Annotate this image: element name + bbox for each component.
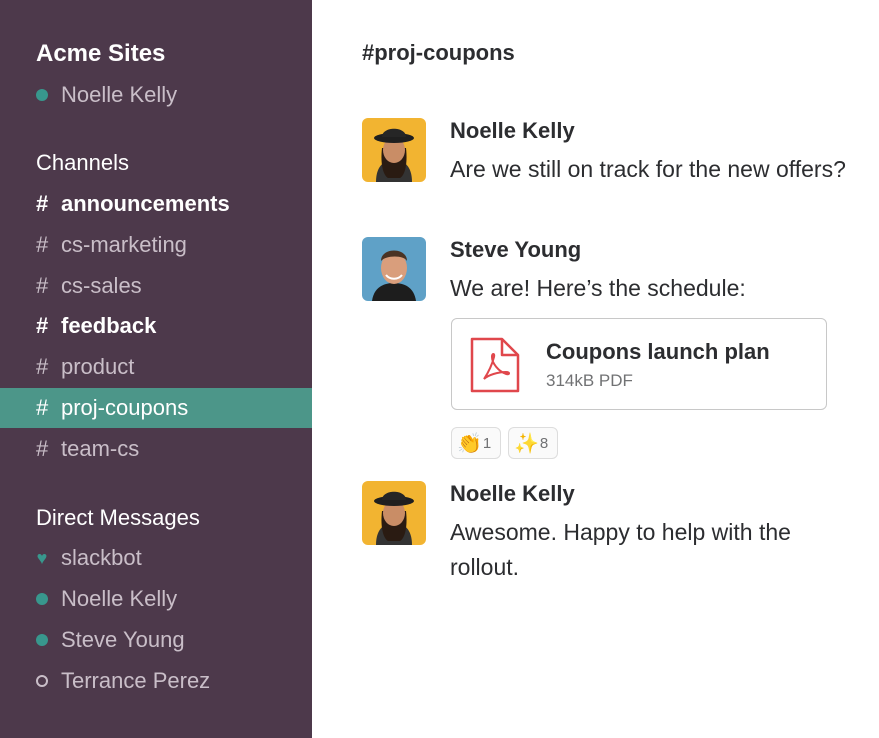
message-text: Awesome. Happy to help with the rollout.: [450, 519, 791, 580]
channel-proj-coupons[interactable]: # proj-coupons: [0, 388, 312, 428]
dm-slackbot[interactable]: ♥ slackbot: [36, 538, 142, 578]
direct-messages-heading[interactable]: Direct Messages: [36, 505, 200, 531]
hash-icon: #: [36, 436, 49, 461]
dm-noelle-kelly[interactable]: Noelle Kelly: [36, 579, 177, 619]
current-user-name: Noelle Kelly: [61, 82, 178, 107]
file-meta: 314kB PDF: [546, 371, 633, 390]
workspace-name[interactable]: Acme Sites: [36, 40, 165, 68]
file-name[interactable]: Coupons launch plan: [546, 339, 770, 365]
hash-icon: #: [36, 232, 49, 257]
sidebar: Acme Sites Noelle Kelly Channels # announ…: [0, 0, 312, 738]
hash-icon: #: [36, 313, 49, 338]
avatar-noelle-kelly[interactable]: [362, 118, 426, 182]
message-author[interactable]: Noelle Kelly: [450, 481, 575, 507]
away-status-icon: [36, 675, 48, 687]
channel-label: cs-sales: [61, 273, 142, 298]
channel-label: feedback: [61, 313, 157, 338]
message-author[interactable]: Steve Young: [450, 237, 581, 263]
message-author[interactable]: Noelle Kelly: [450, 118, 575, 144]
channel-announcements[interactable]: # announcements: [0, 184, 312, 224]
online-status-icon: [36, 89, 48, 101]
reaction-count: 8: [539, 434, 549, 452]
message-item: Noelle Kelly Are we still on track for t…: [362, 118, 846, 218]
channel-cs-marketing[interactable]: # cs-marketing: [0, 225, 312, 265]
channel-label: product: [61, 354, 135, 379]
hash-icon: #: [36, 395, 49, 420]
reaction-clap[interactable]: 👏 1: [451, 427, 501, 459]
dm-terrance-perez[interactable]: Terrance Perez: [36, 661, 210, 701]
avatar-steve-young[interactable]: [362, 237, 426, 301]
sparkles-icon: ✨: [514, 432, 539, 455]
current-user[interactable]: Noelle Kelly: [36, 82, 177, 108]
message-item: Steve Young We are! Here’s the schedule:: [362, 237, 842, 317]
dm-steve-young[interactable]: Steve Young: [36, 620, 185, 660]
channel-cs-sales[interactable]: # cs-sales: [0, 266, 312, 306]
dm-label: Noelle Kelly: [61, 586, 178, 611]
channel-title[interactable]: #proj-coupons: [362, 40, 515, 66]
channel-label: announcements: [61, 191, 230, 216]
dm-label: Steve Young: [61, 627, 185, 652]
heart-icon: ♥: [36, 547, 48, 568]
online-status-icon: [36, 634, 48, 646]
clap-icon: 👏: [457, 432, 482, 455]
channel-team-cs[interactable]: # team-cs: [0, 429, 312, 469]
hash-icon: #: [36, 354, 49, 379]
channels-heading[interactable]: Channels: [36, 150, 129, 176]
app-window: Acme Sites Noelle Kelly Channels # announ…: [0, 0, 879, 738]
message-item: Noelle Kelly Awesome. Happy to help with…: [362, 481, 842, 581]
avatar-noelle-kelly[interactable]: [362, 481, 426, 545]
message-text: We are! Here’s the schedule:: [450, 275, 746, 301]
channel-label: team-cs: [61, 436, 140, 461]
channel-label: proj-coupons: [61, 395, 189, 420]
dm-label: slackbot: [61, 545, 142, 570]
online-status-icon: [36, 593, 48, 605]
file-attachment[interactable]: Coupons launch plan 314kB PDF: [451, 318, 827, 410]
reaction-sparkles[interactable]: ✨ 8: [508, 427, 558, 459]
channel-feedback[interactable]: # feedback: [0, 306, 312, 346]
channel-product[interactable]: # product: [0, 347, 312, 387]
pdf-icon: [470, 337, 520, 393]
hash-icon: #: [36, 273, 49, 298]
message-text: Are we still on track for the new offers…: [450, 156, 846, 182]
message-pane: #proj-coupons Noelle Kelly Are we still …: [312, 0, 879, 738]
reaction-count: 1: [482, 434, 492, 452]
hash-icon: #: [36, 191, 49, 216]
channel-label: cs-marketing: [61, 232, 187, 257]
dm-label: Terrance Perez: [61, 668, 211, 693]
